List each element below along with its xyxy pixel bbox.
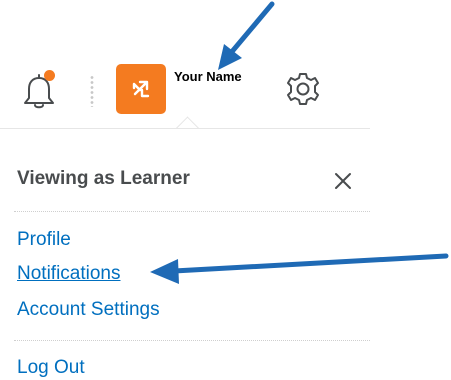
dropdown-title: Viewing as Learner bbox=[17, 168, 190, 189]
close-icon[interactable] bbox=[332, 170, 354, 192]
user-name: Your Name bbox=[174, 69, 242, 84]
avatar bbox=[116, 64, 166, 114]
menu-item-notifications[interactable]: Notifications bbox=[17, 263, 121, 285]
user-menu-button[interactable]: Your Name bbox=[116, 64, 242, 114]
gear-icon[interactable] bbox=[283, 69, 323, 109]
arrows-swap-icon bbox=[132, 80, 150, 98]
toolbar-divider bbox=[90, 75, 94, 107]
user-dropdown-menu: Viewing as Learner Profile Notifications… bbox=[0, 128, 370, 380]
menu-separator bbox=[14, 211, 370, 212]
menu-item-profile[interactable]: Profile bbox=[17, 229, 71, 251]
menu-separator bbox=[14, 340, 370, 341]
menu-item-account-settings[interactable]: Account Settings bbox=[17, 299, 160, 321]
top-navbar: Your Name bbox=[0, 0, 451, 130]
notification-badge-dot bbox=[44, 70, 55, 81]
menu-item-log-out[interactable]: Log Out bbox=[17, 357, 85, 379]
